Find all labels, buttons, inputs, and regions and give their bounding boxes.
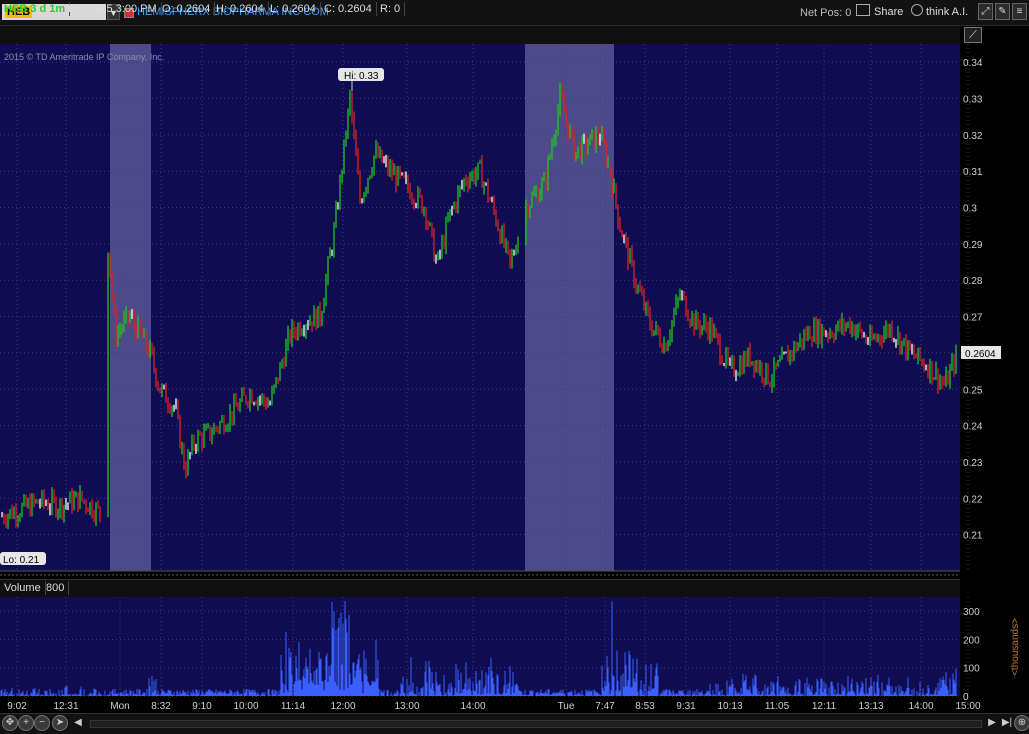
cursor-icon[interactable]: ➤ <box>52 715 68 731</box>
last-price-marker: 0.2604 <box>961 346 1001 360</box>
volume-tick-label: 200 <box>963 635 980 646</box>
time-tick-label: 10:00 <box>233 701 258 712</box>
zoom-in-icon[interactable]: + <box>18 715 34 731</box>
scroll-right-icon[interactable]: ▶ <box>986 715 998 731</box>
price-tick-label: 0.3 <box>963 204 977 215</box>
time-tick-label: 12:11 <box>812 701 837 712</box>
chart-style-icon[interactable]: ⟋ <box>964 27 982 43</box>
close-label: C: 0.2604 <box>320 2 377 16</box>
expand-icon[interactable]: ⤢ <box>978 3 993 20</box>
price-tick-label: 0.34 <box>963 58 983 69</box>
share-icon <box>856 4 870 16</box>
menu-icon[interactable]: ≡ <box>1012 3 1027 20</box>
price-tick-label: 0.23 <box>963 458 983 469</box>
price-tick-label: 0.33 <box>963 95 983 106</box>
watermark: 2015 © TD Ameritrade IP Company, Inc. <box>4 52 164 62</box>
price-tick-label: 0.27 <box>963 313 983 324</box>
price-tick-label: 0.29 <box>963 240 983 251</box>
net-position: Net Pos: 0 <box>800 7 851 19</box>
share-label: Share <box>874 6 904 18</box>
lo-marker: Lo: 0.21 <box>0 552 46 566</box>
time-tick-label: 8:53 <box>635 701 655 712</box>
high-label: H: 0.2604 <box>212 2 269 16</box>
volume-tick-label: 300 <box>963 607 980 618</box>
range-label: R: 0 <box>376 2 406 16</box>
price-tick-label: 0.25 <box>963 385 983 396</box>
volume-tick-label: 100 <box>963 664 980 675</box>
pan-icon[interactable]: ✥ <box>2 715 18 731</box>
time-tick-label: 7:47 <box>595 701 615 712</box>
time-axis-ticks: 9:02 12:31 Mon 8:32 9:10 10:00 11:14 12:00 13:00… <box>7 701 981 712</box>
price-tick-label: 0.24 <box>963 422 983 433</box>
time-tick-label: 15:00 <box>955 701 980 712</box>
time-tick-label: 12:31 <box>53 701 78 712</box>
time-tick-label: 14:00 <box>460 701 485 712</box>
time-tick-label: Mon <box>110 701 129 712</box>
net-pos-label: Net Pos: <box>800 7 843 19</box>
net-pos-value: 0 <box>845 7 852 19</box>
volume-header <box>0 579 960 598</box>
time-tick-label: 9:31 <box>676 701 696 712</box>
scroll-end-icon[interactable]: ▶| <box>1001 715 1013 731</box>
think-ai-button[interactable]: think A.I. <box>911 3 973 21</box>
price-tick-label: 0.21 <box>963 531 983 542</box>
zoom-out-icon[interactable]: − <box>34 715 50 731</box>
extended-hours-band-2 <box>525 44 614 571</box>
volume-value: 800 <box>42 581 70 595</box>
price-tick-label: 0.32 <box>963 131 983 142</box>
time-tick-label: 11:14 <box>281 701 306 712</box>
time-tick-label: 14:00 <box>908 701 933 712</box>
time-tick-label: 11:05 <box>765 701 790 712</box>
scroll-left-icon[interactable]: ◀ <box>72 715 84 731</box>
volume-unit-label: <thousands> <box>1010 618 1021 676</box>
time-tick-label: 9:02 <box>7 701 27 712</box>
price-tick-label: 0.22 <box>963 494 983 505</box>
time-tick-label: 10:13 <box>717 701 742 712</box>
price-tick-label: 0.31 <box>963 167 983 178</box>
low-label: L: 0.2604 <box>266 2 321 16</box>
volume-chart[interactable]: 3002001000 <thousands> 9:02 12:31 Mon 8:32 9… <box>0 597 1029 713</box>
price-chart[interactable]: 0.340.330.320.310.30.290.280.270.260.250… <box>0 44 1029 579</box>
horizontal-scrollbar[interactable] <box>90 720 982 728</box>
time-tick-label: 13:13 <box>858 701 883 712</box>
date-label: D: 2/3/15 3:00 PM <box>64 2 162 16</box>
time-tick-label: 9:10 <box>192 701 212 712</box>
time-tick-label: 8:32 <box>151 701 171 712</box>
price-tick-label: 0.28 <box>963 276 983 287</box>
symbol-period-label[interactable]: HEB 3 d 1m <box>0 2 71 16</box>
share-button[interactable]: Share <box>856 3 908 21</box>
think-ai-icon <box>911 4 923 16</box>
zoom-fit-icon[interactable]: ⊕ <box>1014 715 1029 731</box>
settings-wrench-icon[interactable]: ✎ <box>995 3 1010 20</box>
lo-label: Lo: 0.21 <box>3 555 40 566</box>
hi-label: Hi: 0.33 <box>344 71 379 82</box>
ohlc-info-row <box>0 26 960 45</box>
think-ai-label: think A.I. <box>926 6 969 18</box>
time-tick-label: 12:00 <box>330 701 355 712</box>
last-price-label: 0.2604 <box>965 349 996 360</box>
open-label: O: 0.2604 <box>158 2 216 16</box>
volume-label: Volume <box>0 581 46 595</box>
time-tick-label: 13:00 <box>394 701 419 712</box>
time-tick-label: Tue <box>558 701 575 712</box>
